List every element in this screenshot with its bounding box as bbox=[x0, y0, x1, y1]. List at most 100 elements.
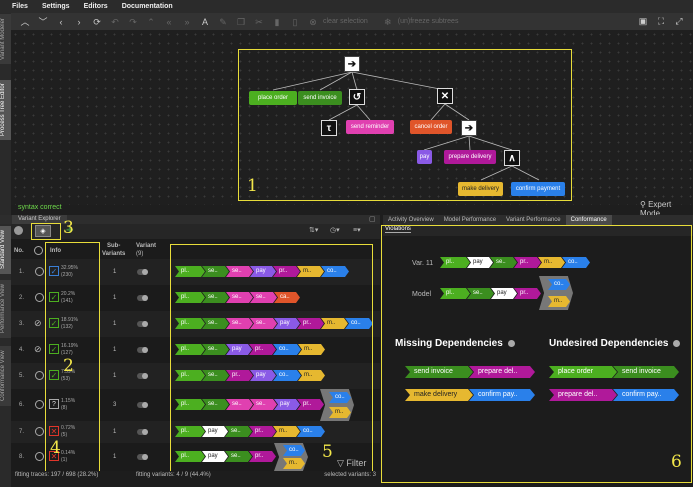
fitting-traces: fitting traces: 197 / 698 (28.2%) bbox=[15, 472, 99, 478]
annotation-box-1 bbox=[238, 49, 572, 201]
row-toggle[interactable] bbox=[137, 347, 148, 353]
row-number: 2. bbox=[19, 295, 25, 301]
copy-icon[interactable]: ❐ bbox=[233, 16, 249, 28]
redo-icon[interactable]: ↷ bbox=[125, 16, 141, 28]
status-bar: fitting traces: 197 / 698 (28.2%) fittin… bbox=[11, 471, 380, 480]
search-icon: ⚲ bbox=[640, 200, 649, 209]
row-select-radio[interactable] bbox=[35, 400, 44, 409]
brush-icon[interactable]: ✎ bbox=[215, 16, 231, 28]
col-no: No. bbox=[14, 248, 24, 254]
row-select-radio[interactable] bbox=[35, 427, 44, 436]
row-number: 3. bbox=[19, 321, 25, 327]
menu-icon[interactable]: ≡▾ bbox=[353, 226, 361, 234]
row-sub-variants: 1 bbox=[113, 373, 117, 379]
menu-editors[interactable]: Editors bbox=[84, 3, 108, 10]
clock-icon[interactable]: ◷▾ bbox=[330, 226, 340, 234]
fit-icon[interactable]: ⛶ bbox=[653, 15, 669, 27]
menu-settings[interactable]: Settings bbox=[42, 3, 70, 10]
selected-variants: selected variants: 3 bbox=[324, 472, 376, 478]
row-toggle[interactable] bbox=[137, 269, 148, 275]
tab-standard-view[interactable]: Standard View bbox=[0, 226, 11, 274]
row-sub-variants: 1 bbox=[113, 347, 117, 353]
menu-documentation[interactable]: Documentation bbox=[122, 3, 173, 10]
annotation-label-2: 2 bbox=[63, 356, 74, 376]
fitting-variants: fitting variants: 4 / 9 (44.4%) bbox=[136, 472, 211, 478]
annotation-label-6: 6 bbox=[671, 452, 682, 472]
move-up-icon[interactable]: ⌃ bbox=[143, 16, 159, 28]
row-toggle[interactable] bbox=[137, 373, 148, 379]
annotation-label-4: 4 bbox=[50, 438, 61, 458]
chevron-right-icon[interactable]: › bbox=[71, 16, 87, 28]
tab-variant-performance[interactable]: Variant Performance bbox=[501, 215, 566, 225]
row-select-radio[interactable] bbox=[35, 371, 44, 380]
freeze-subtrees-button[interactable]: (un)freeze subtrees bbox=[398, 18, 459, 25]
selected-check-icon[interactable]: ⊘ bbox=[34, 318, 42, 329]
row-sub-variants: 1 bbox=[113, 321, 117, 327]
col-variant: Variant bbox=[136, 243, 157, 249]
annotation-label-5: 5 bbox=[322, 442, 333, 462]
process-tree-canvas[interactable]: ➔ place order send invoice ↺ ✕ τ send re… bbox=[11, 30, 693, 205]
trash-all-icon[interactable]: ▯ bbox=[287, 16, 303, 28]
row-toggle[interactable] bbox=[137, 402, 148, 408]
annotation-box-6 bbox=[381, 225, 692, 483]
row-select-radio[interactable] bbox=[35, 293, 44, 302]
analysis-tabs: Activity Overview Model Performance Vari… bbox=[383, 215, 693, 225]
freeze-icon: ❄ bbox=[383, 16, 392, 27]
undo-icon[interactable]: ↶ bbox=[107, 16, 123, 28]
row-sub-variants: 1 bbox=[113, 454, 117, 460]
select-all-radio[interactable] bbox=[34, 246, 43, 255]
row-toggle[interactable] bbox=[137, 295, 148, 301]
tab-model-performance[interactable]: Model Performance bbox=[439, 215, 501, 225]
row-number: 7. bbox=[19, 429, 25, 435]
chevron-down-icon[interactable]: ﹀ bbox=[35, 16, 51, 28]
export-icon[interactable]: ▣ bbox=[635, 15, 651, 27]
cut-icon[interactable]: ✂ bbox=[251, 16, 267, 28]
annotation-box-3 bbox=[31, 223, 61, 240]
chevron-up-icon[interactable]: ︿ bbox=[17, 16, 33, 28]
filter-label: Filter bbox=[346, 458, 367, 468]
help-icon[interactable] bbox=[14, 226, 23, 235]
trash-icon[interactable]: ▮ bbox=[269, 16, 285, 28]
row-number: 6. bbox=[19, 402, 25, 408]
tab-conformance[interactable]: Conformance bbox=[565, 215, 612, 225]
font-icon[interactable]: A bbox=[197, 16, 213, 28]
filter-button[interactable]: ▽ Filter bbox=[337, 458, 366, 469]
sync-icon[interactable]: ⟳ bbox=[89, 16, 105, 28]
tab-process-tree-editor[interactable]: Process Tree Editor bbox=[0, 80, 11, 140]
row-sub-variants: 1 bbox=[113, 269, 117, 275]
selected-check-icon[interactable]: ⊘ bbox=[34, 344, 42, 355]
sort-icon[interactable]: ⇅▾ bbox=[309, 226, 318, 234]
move-right-icon[interactable]: » bbox=[179, 16, 195, 28]
row-select-radio[interactable] bbox=[35, 452, 44, 461]
row-number: 4. bbox=[19, 347, 25, 353]
row-sub-variants: 3 bbox=[113, 402, 117, 408]
clear-selection-button[interactable]: clear selection bbox=[323, 18, 368, 25]
row-number: 5. bbox=[19, 373, 25, 379]
tab-activity-overview[interactable]: Activity Overview bbox=[383, 215, 439, 225]
move-left-icon[interactable]: « bbox=[161, 16, 177, 28]
row-sub-variants: 1 bbox=[113, 295, 117, 301]
annotation-label-3: 3 bbox=[63, 218, 74, 238]
tree-toolbar: ︿ ﹀ ‹ › ⟳ ↶ ↷ ⌃ « » A ✎ ❐ ✂ ▮ ▯ ⊗ clear … bbox=[11, 13, 693, 30]
tab-conformance-view[interactable]: Conformance View bbox=[0, 346, 11, 406]
tab-variant-modeler[interactable]: Variant Modeler bbox=[0, 14, 11, 64]
row-toggle[interactable] bbox=[137, 321, 148, 327]
annotation-label-1: 1 bbox=[247, 176, 258, 196]
chevron-left-icon[interactable]: ‹ bbox=[53, 16, 69, 28]
col-variant-count: (9) bbox=[136, 251, 144, 257]
col-sub-variants: Variants bbox=[102, 251, 126, 257]
row-toggle[interactable] bbox=[137, 429, 148, 435]
row-sub-variants: 1 bbox=[113, 429, 117, 435]
filter-icon: ▽ bbox=[337, 458, 347, 468]
col-sub: Sub- bbox=[107, 243, 121, 249]
row-select-radio[interactable] bbox=[35, 267, 44, 276]
syntax-status: syntax correct bbox=[18, 204, 62, 211]
menu-files[interactable]: Files bbox=[12, 3, 28, 10]
row-toggle[interactable] bbox=[137, 454, 148, 460]
row-number: 1. bbox=[19, 269, 25, 275]
maximize-icon[interactable]: ▢ bbox=[369, 215, 376, 223]
clear-selection-icon: ⊗ bbox=[309, 16, 317, 27]
menubar: Files Settings Editors Documentation bbox=[0, 0, 693, 13]
tab-performance-view[interactable]: Performance View bbox=[0, 280, 11, 338]
fullscreen-icon[interactable]: ⤢ bbox=[671, 15, 687, 27]
